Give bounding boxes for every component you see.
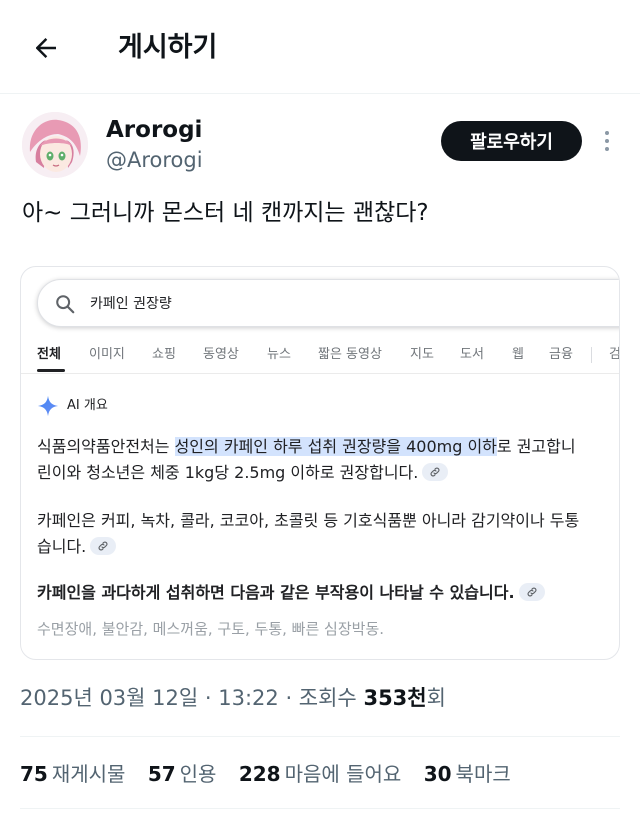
bookmarks-stat[interactable]: 30 북마크 <box>424 758 511 790</box>
tab-divider <box>591 347 592 363</box>
search-query: 카페인 권장량 <box>90 296 172 312</box>
active-tab-indicator <box>37 369 65 372</box>
avatar-image <box>22 112 88 178</box>
link-icon[interactable] <box>90 537 117 555</box>
ai-paragraph-4: 수면장애, 불안감, 메스꺼움, 구토, 두통, 빠른 심장박동. <box>37 615 384 643</box>
text-segment: 로 권고합니 <box>496 437 576 456</box>
page-title: 게시하기 <box>118 32 218 63</box>
back-button[interactable] <box>26 28 66 68</box>
tab-books: 도서 <box>460 347 484 362</box>
reposts-label: 재게시물 <box>51 762 126 786</box>
avatar[interactable] <box>22 112 88 178</box>
attached-image[interactable]: 카페인 권장량 전체 이미지 쇼핑 동영상 뉴스 짧은 동영상 지도 도서 웹 … <box>20 266 620 660</box>
tab-web: 웹 <box>512 347 524 362</box>
search-icon <box>56 295 75 314</box>
reposts-count: 75 <box>20 762 48 786</box>
author-handle[interactable]: @Arorogi <box>106 146 203 174</box>
sparkle-icon <box>37 395 59 417</box>
ai-paragraph-2-line-2: 습니다. <box>37 533 117 561</box>
text-segment: 카페인을 과다하게 섭취하면 다음과 같은 부작용이 나타날 수 있습니다. <box>37 583 515 602</box>
reposts-stat[interactable]: 75 재게시물 <box>20 758 125 790</box>
arrow-left-icon <box>36 38 56 58</box>
ai-paragraph-1-line-2: 린이와 청소년은 체중 1kg당 2.5mg 이하로 권장합니다. <box>37 459 449 487</box>
views-suffix: 회 <box>426 686 446 710</box>
tab-news: 뉴스 <box>267 347 291 362</box>
likes-count: 228 <box>238 762 281 786</box>
tab-maps: 지도 <box>410 347 434 362</box>
divider <box>20 736 620 737</box>
link-icon[interactable] <box>422 463 449 481</box>
bookmarks-label: 북마크 <box>455 762 511 786</box>
likes-label: 마음에 들어요 <box>284 762 402 786</box>
ai-paragraph-2-line-1: 카페인은 커피, 녹차, 콜라, 코코아, 초콜릿 등 기호식품뿐 아니라 감기… <box>37 507 579 535</box>
tab-shopping: 쇼핑 <box>152 347 176 362</box>
tabs-separator <box>21 373 619 374</box>
engagement-stats: 75 재게시물 57 인용 228 마음에 들어요 30 북마크 <box>20 758 527 790</box>
tab-images: 이미지 <box>89 347 125 362</box>
more-vertical-icon[interactable] <box>596 124 618 158</box>
post-text: 아~ 그러니까 몬스터 네 캔까지는 괜찮다? <box>22 200 429 226</box>
highlighted-text: 성인의 카페인 하루 섭취 권장량을 400mg 이하 <box>174 437 497 456</box>
tab-more: 검 <box>609 347 620 362</box>
views-label: 조회수 <box>298 686 357 710</box>
ai-paragraph-3: 카페인을 과다하게 섭취하면 다음과 같은 부작용이 나타날 수 있습니다. <box>37 579 545 607</box>
tab-short-videos: 짧은 동영상 <box>318 347 382 362</box>
link-icon[interactable] <box>518 583 545 601</box>
top-bar: 게시하기 <box>0 0 640 94</box>
tab-videos: 동영상 <box>203 347 239 362</box>
tab-all: 전체 <box>37 347 61 362</box>
text-segment: 습니다. <box>37 537 87 556</box>
text-segment: 린이와 청소년은 체중 1kg당 2.5mg 이하로 권장합니다. <box>37 463 419 482</box>
text-segment: 카페인은 커피, 녹차, 콜라, 코코아, 초콜릿 등 기호식품뿐 아니라 감기… <box>37 511 580 530</box>
quotes-count: 57 <box>147 762 176 786</box>
quotes-stat[interactable]: 57 인용 <box>148 758 217 790</box>
ai-paragraph-1-line-1: 식품의약품안전처는 성인의 카페인 하루 섭취 권장량을 400mg 이하로 권… <box>37 433 576 461</box>
likes-stat[interactable]: 228 마음에 들어요 <box>239 758 402 790</box>
author-name[interactable]: Arorogi <box>106 116 202 144</box>
views-count[interactable]: 353천 <box>363 686 426 710</box>
bookmarks-count: 30 <box>423 762 452 786</box>
search-bar: 카페인 권장량 <box>37 279 619 327</box>
text-segment: 수면장애, 불안감, 메스꺼움, 구토, 두통, 빠른 심장박동. <box>37 620 385 638</box>
post-date: 2025년 03월 12일 <box>20 686 199 710</box>
text-segment: 식품의약품안전처는 <box>37 437 175 456</box>
divider <box>20 808 620 809</box>
post-time: 13:22 <box>218 686 279 710</box>
ai-overview-title: AI 개요 <box>67 398 108 413</box>
tab-finance: 금융 <box>549 347 573 362</box>
follow-button[interactable]: 팔로우하기 <box>441 121 582 161</box>
quotes-label: 인용 <box>179 762 217 786</box>
post-meta: 2025년 03월 12일 · 13:22 · 조회수 353천회 <box>20 686 446 710</box>
